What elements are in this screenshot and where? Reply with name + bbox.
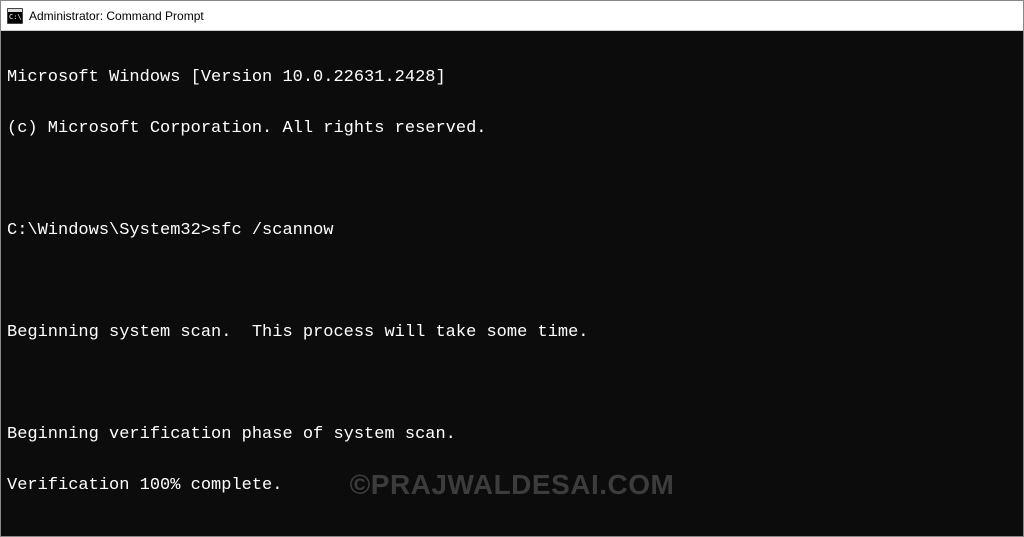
- terminal-output[interactable]: Microsoft Windows [Version 10.0.22631.24…: [1, 31, 1023, 536]
- command-input: sfc /scannow: [211, 221, 333, 240]
- window-titlebar[interactable]: C:\ Administrator: Command Prompt: [1, 1, 1023, 31]
- blank-line: [7, 269, 1017, 295]
- prompt-path: C:\Windows\System32>: [7, 221, 211, 240]
- window-title: Administrator: Command Prompt: [29, 9, 204, 23]
- blank-line: [7, 167, 1017, 193]
- blank-line: [7, 524, 1017, 537]
- verify-begin-line: Beginning verification phase of system s…: [7, 422, 1017, 448]
- os-version-line: Microsoft Windows [Version 10.0.22631.24…: [7, 65, 1017, 91]
- svg-text:C:\: C:\: [9, 13, 22, 21]
- cmd-icon: C:\: [7, 8, 23, 24]
- blank-line: [7, 371, 1017, 397]
- verify-complete-line: Verification 100% complete.: [7, 473, 1017, 499]
- scan-begin-line: Beginning system scan. This process will…: [7, 320, 1017, 346]
- copyright-line: (c) Microsoft Corporation. All rights re…: [7, 116, 1017, 142]
- prompt-line-1: C:\Windows\System32>sfc /scannow: [7, 218, 1017, 244]
